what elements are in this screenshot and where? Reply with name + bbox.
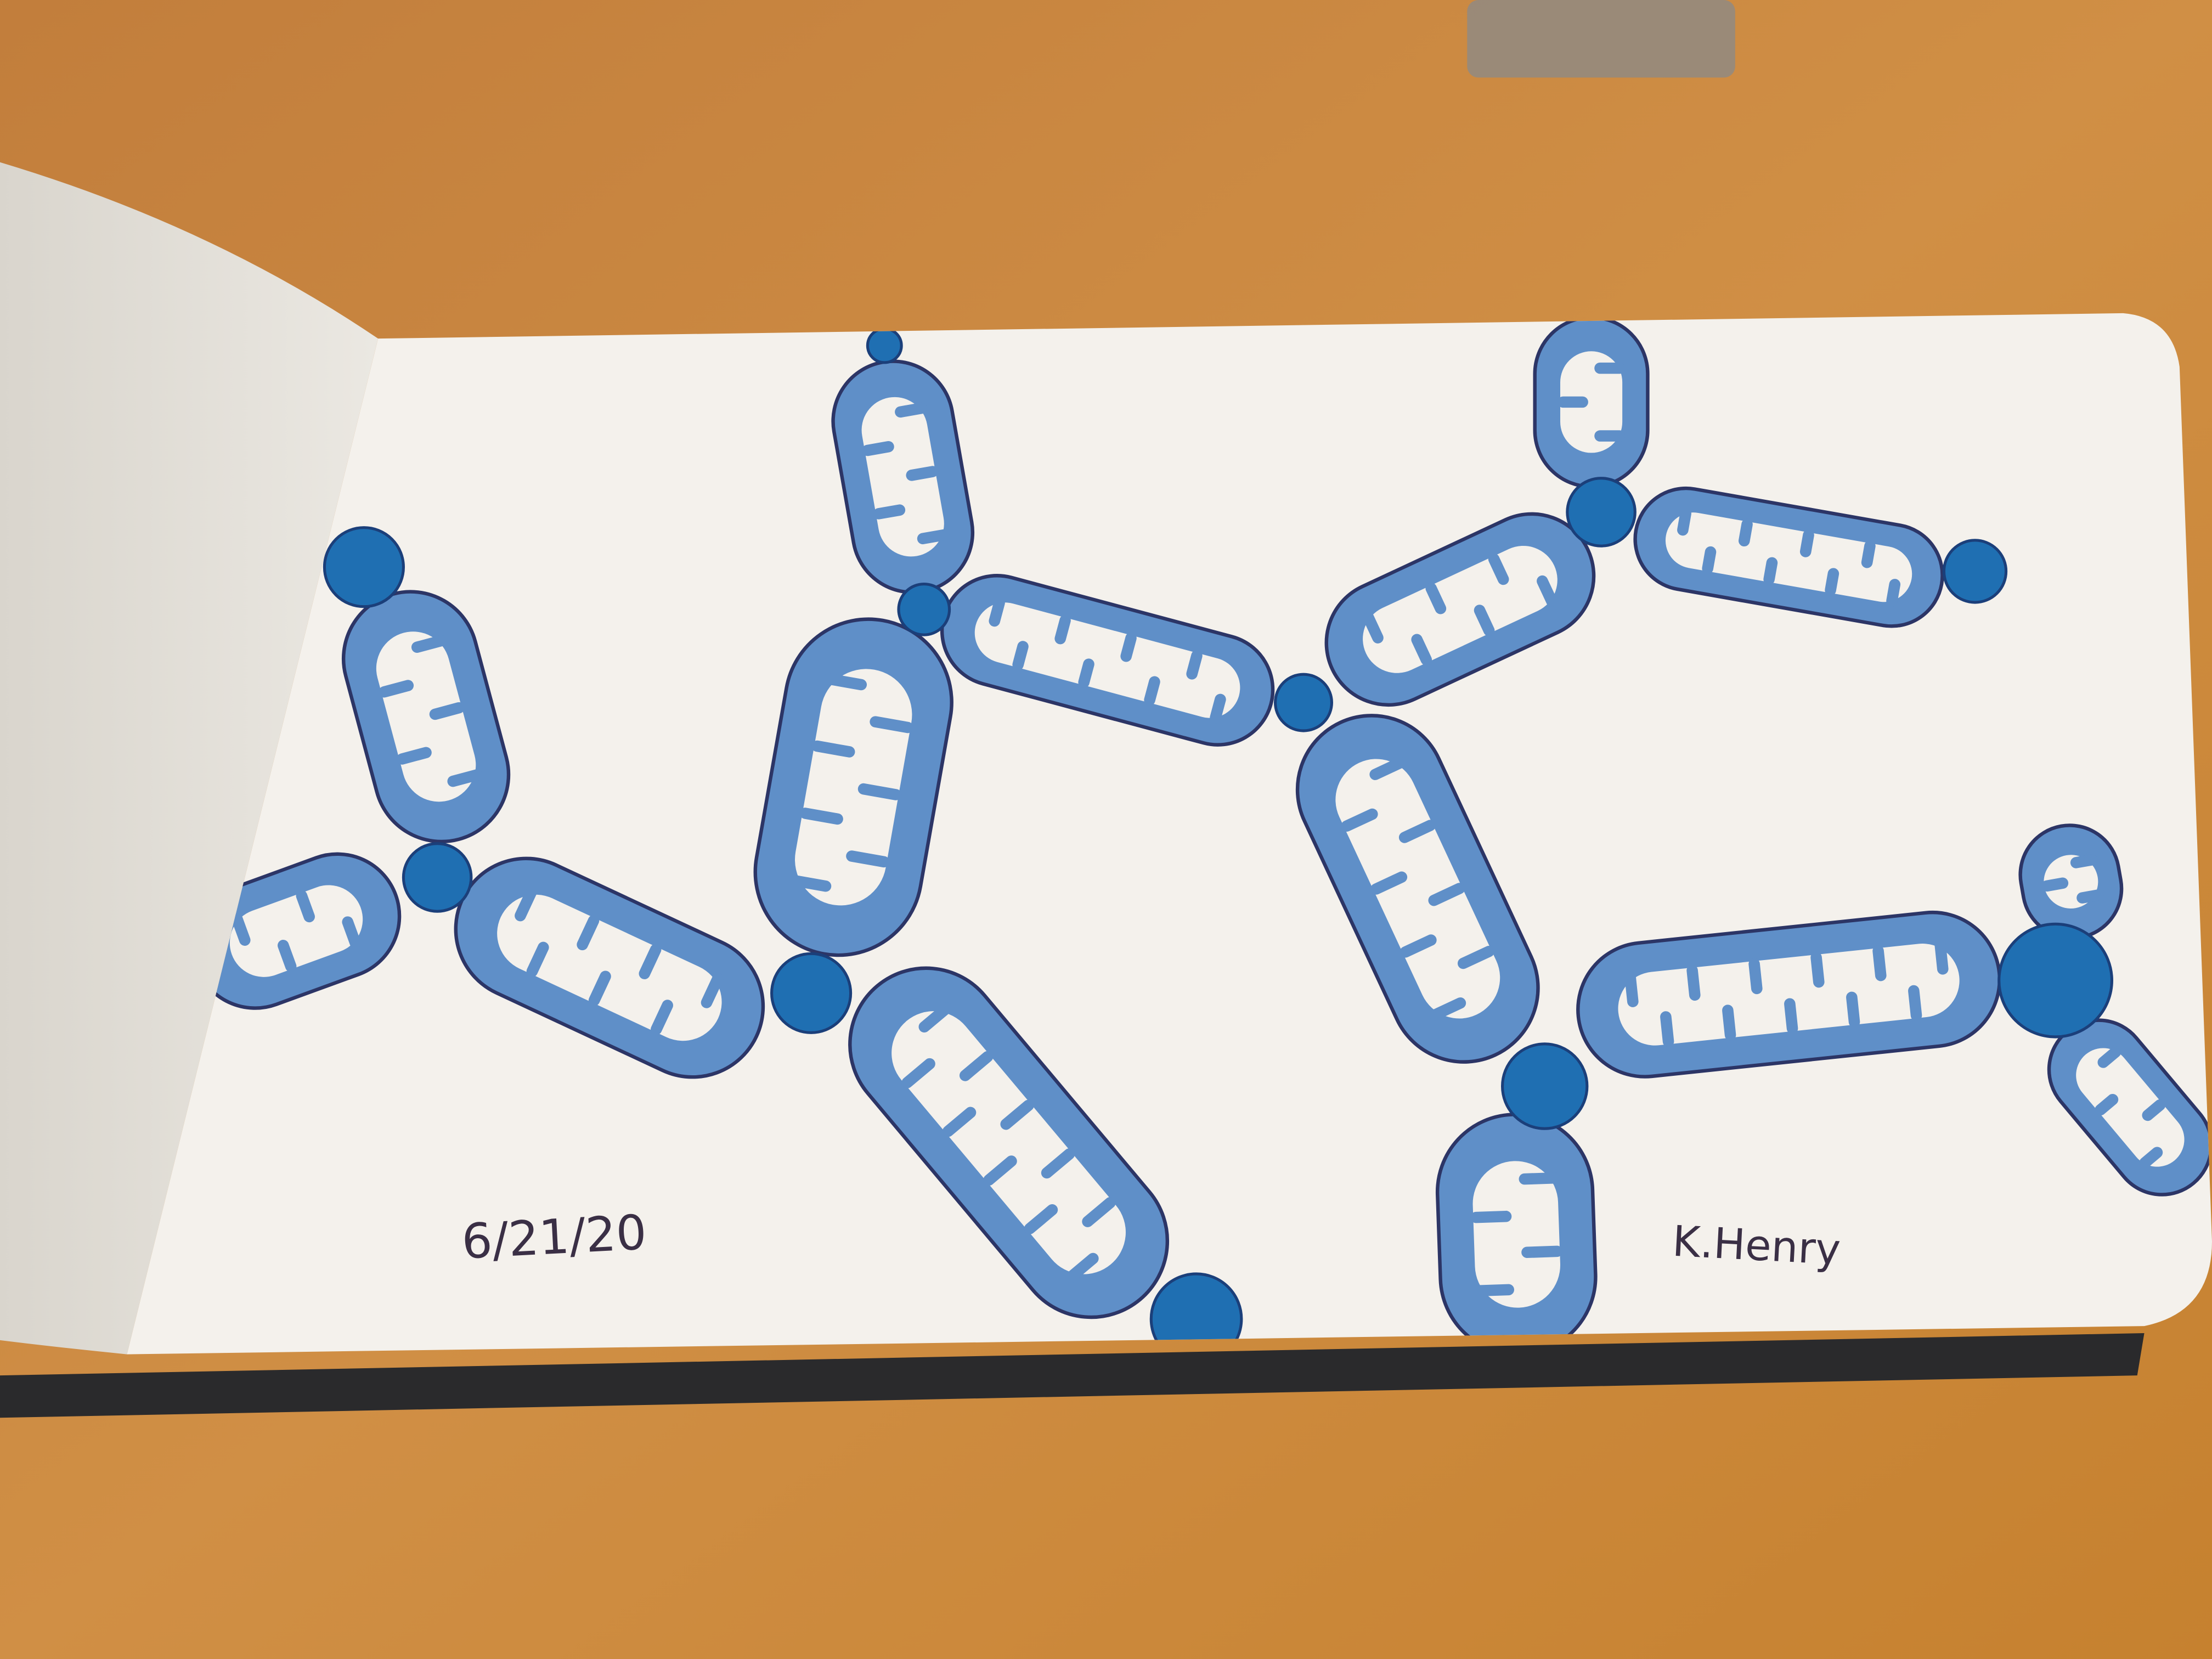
- blue-dot: [402, 842, 473, 913]
- blue-dot: [1997, 922, 2114, 1039]
- mitochondrion: [1435, 1113, 1598, 1355]
- sketchbook-photo: 6/21/20 K.Henry: [0, 0, 2212, 1659]
- blue-dot: [866, 327, 903, 364]
- blue-dot: [1501, 1042, 1589, 1130]
- blue-dot: [1274, 673, 1333, 732]
- date-text: 6/21/20: [460, 1204, 648, 1269]
- signature-text: K.Henry: [1671, 1217, 1842, 1275]
- blue-dot: [770, 952, 853, 1034]
- blue-dot: [323, 526, 405, 608]
- glass-object: [1467, 0, 1735, 78]
- blue-dot: [1566, 477, 1637, 548]
- blue-dot: [1942, 539, 2008, 604]
- blue-dot: [897, 583, 951, 636]
- mitochondrion: [1533, 315, 1650, 489]
